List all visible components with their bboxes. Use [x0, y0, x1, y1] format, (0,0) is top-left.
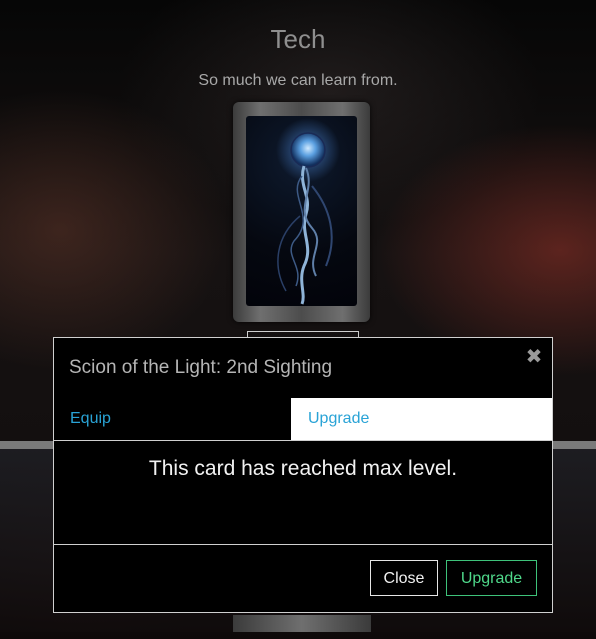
card-frame[interactable]	[233, 102, 370, 322]
upgrade-modal: Scion of the Light: 2nd Sighting ✖ Equip…	[53, 337, 553, 613]
modal-tabs: Equip Upgrade	[54, 398, 552, 441]
tab-equip[interactable]: Equip	[54, 398, 291, 440]
page-subtitle: So much we can learn from.	[198, 72, 398, 89]
modal-title: Scion of the Light: 2nd Sighting	[69, 357, 333, 378]
close-icon[interactable]: ✖	[525, 347, 543, 367]
modal-header: Scion of the Light: 2nd Sighting ✖	[54, 338, 552, 399]
glowing-orb-staff-icon	[276, 118, 340, 305]
upgrade-button[interactable]: Upgrade	[446, 560, 537, 596]
modal-footer: Close Upgrade	[54, 544, 552, 613]
page-title: Tech	[270, 24, 326, 54]
max-level-message: This card has reached max level.	[148, 457, 458, 480]
tab-upgrade[interactable]: Upgrade	[291, 398, 552, 440]
card-art	[246, 116, 357, 306]
close-button[interactable]: Close	[370, 560, 438, 596]
card-frame-lower	[233, 615, 371, 632]
